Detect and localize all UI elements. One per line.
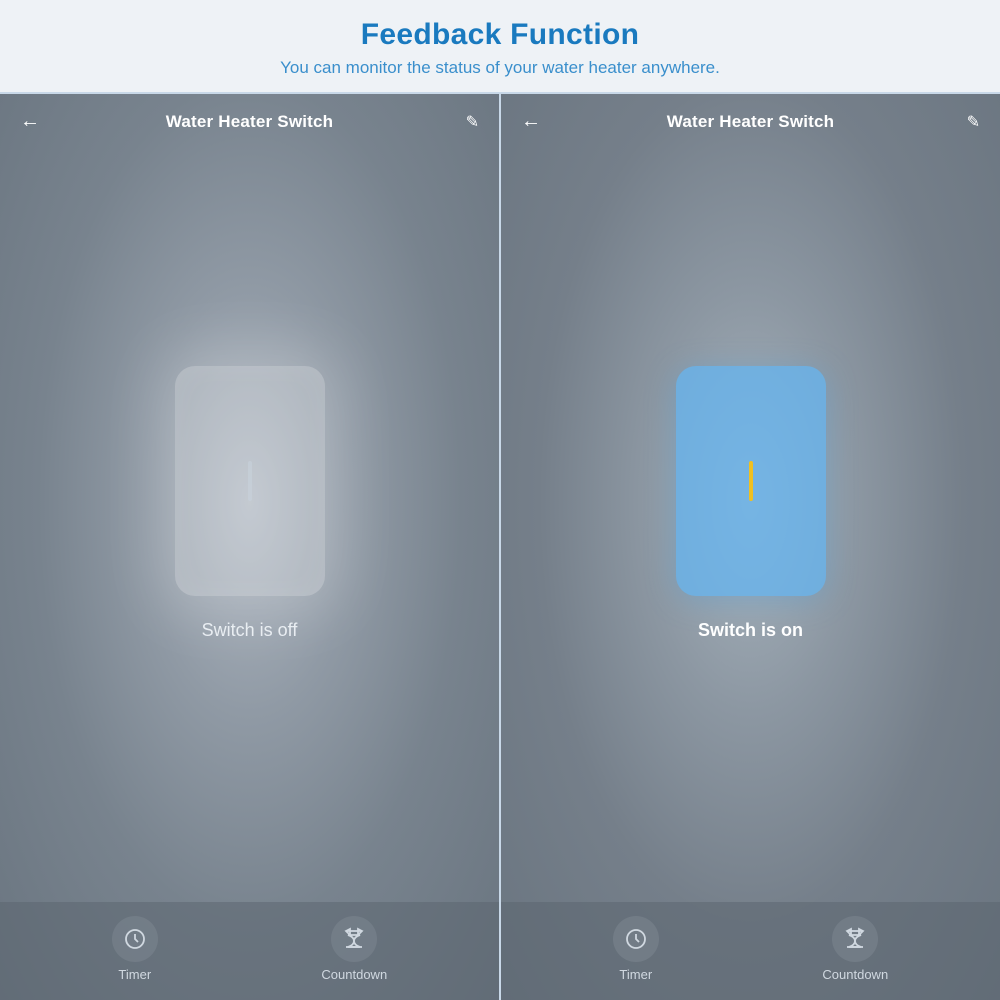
top-bar-off: ← Water Heater Switch ✎ [0, 94, 499, 145]
countdown-label-on: Countdown [822, 967, 888, 982]
bottom-bar-on: Timer Countdown [501, 902, 1000, 1000]
phones-row: ← Water Heater Switch ✎ Switch is off [0, 92, 1000, 1000]
phone-screen-off: ← Water Heater Switch ✎ Switch is off [0, 94, 499, 1000]
screen-title-off: Water Heater Switch [166, 112, 334, 132]
countdown-icon-wrap-off [331, 916, 377, 962]
timer-button-off[interactable]: Timer [112, 916, 158, 982]
switch-area-on: Switch is on [501, 145, 1000, 902]
switch-card-on[interactable] [676, 366, 826, 596]
page-wrapper: Feedback Function You can monitor the st… [0, 0, 1000, 1000]
timer-label-off: Timer [118, 967, 151, 982]
countdown-button-off[interactable]: Countdown [321, 916, 387, 982]
timer-label-on: Timer [619, 967, 652, 982]
timer-icon-off [123, 927, 147, 951]
edit-button-off[interactable]: ✎ [455, 112, 479, 132]
timer-icon-on [624, 927, 648, 951]
switch-label-off: Switch is off [202, 620, 298, 641]
countdown-label-off: Countdown [321, 967, 387, 982]
switch-indicator-on [749, 461, 753, 501]
timer-icon-wrap-off [112, 916, 158, 962]
switch-card-off[interactable] [175, 366, 325, 596]
switch-label-on: Switch is on [698, 620, 803, 641]
top-bar-on: ← Water Heater Switch ✎ [501, 94, 1000, 145]
countdown-icon-off [342, 927, 366, 951]
edit-button-on[interactable]: ✎ [956, 112, 980, 132]
page-subtitle: You can monitor the status of your water… [20, 58, 980, 78]
header: Feedback Function You can monitor the st… [0, 0, 1000, 92]
switch-area-off: Switch is off [0, 145, 499, 902]
bottom-bar-off: Timer Countdown [0, 902, 499, 1000]
phone-screen-on: ← Water Heater Switch ✎ Switch is on [501, 94, 1000, 1000]
back-button-off[interactable]: ← [20, 110, 44, 133]
back-button-on[interactable]: ← [521, 110, 545, 133]
countdown-icon-on [843, 927, 867, 951]
countdown-button-on[interactable]: Countdown [822, 916, 888, 982]
screen-title-on: Water Heater Switch [667, 112, 835, 132]
page-title: Feedback Function [20, 18, 980, 52]
timer-button-on[interactable]: Timer [613, 916, 659, 982]
switch-indicator-off [248, 461, 252, 501]
countdown-icon-wrap-on [832, 916, 878, 962]
timer-icon-wrap-on [613, 916, 659, 962]
